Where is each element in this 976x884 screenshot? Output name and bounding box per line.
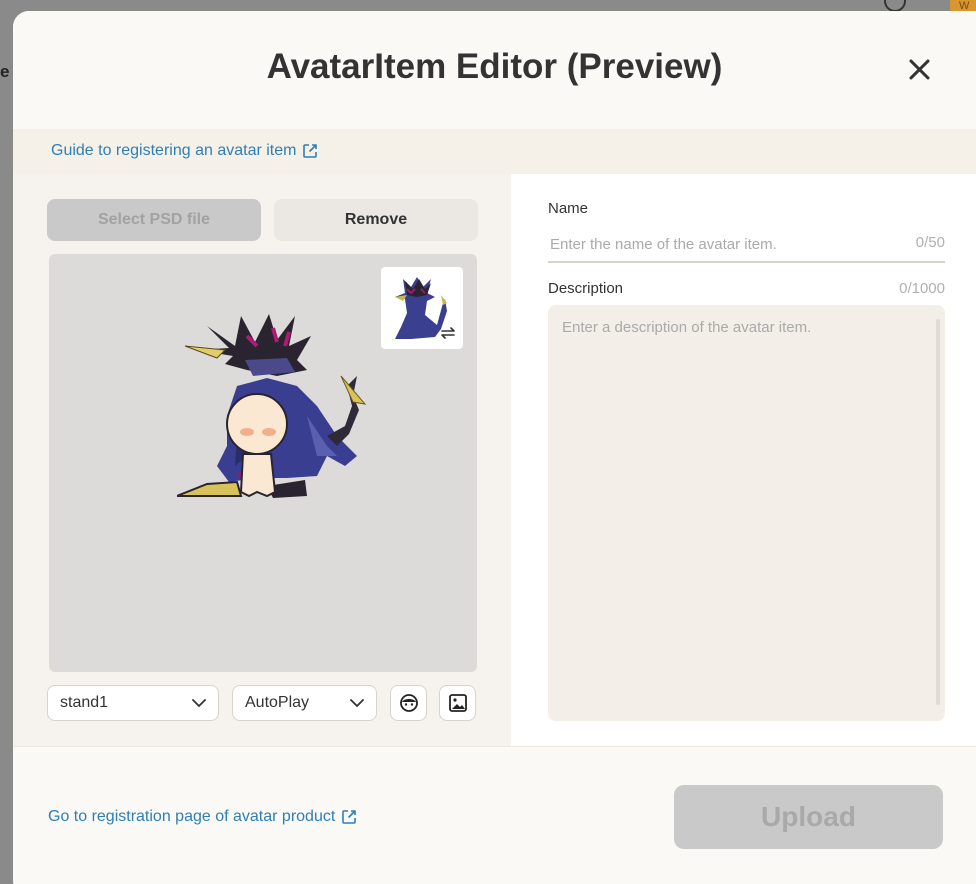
guide-link-label: Guide to registering an avatar item xyxy=(51,142,297,159)
chevron-down-icon xyxy=(350,698,364,707)
external-link-icon xyxy=(342,810,357,824)
registration-link-label: Go to registration page of avatar produc… xyxy=(48,808,336,825)
guide-link[interactable]: Guide to registering an avatar item xyxy=(51,142,318,160)
close-icon[interactable] xyxy=(905,55,935,85)
description-label: Description xyxy=(548,280,624,297)
play-mode-select-value: AutoPlay xyxy=(245,694,310,711)
background-image-button[interactable] xyxy=(439,685,476,721)
pose-select-value: stand1 xyxy=(60,694,109,711)
guide-bar: Guide to registering an avatar item xyxy=(13,129,976,174)
avatar-sprite xyxy=(177,314,367,498)
description-textarea[interactable] xyxy=(548,305,945,721)
external-link-icon xyxy=(303,144,318,158)
avatar-item-editor-modal: AvatarItem Editor (Preview) Guide to reg… xyxy=(13,11,976,884)
face-toggle-button[interactable] xyxy=(390,685,427,721)
remove-button[interactable]: Remove xyxy=(274,199,478,241)
description-char-count: 0/1000 xyxy=(899,280,945,297)
chevron-down-icon xyxy=(192,698,206,707)
name-label: Name xyxy=(548,200,589,217)
registration-page-link[interactable]: Go to registration page of avatar produc… xyxy=(48,808,357,826)
description-scrollbar[interactable] xyxy=(936,319,940,705)
image-icon xyxy=(448,694,467,712)
pose-select[interactable]: stand1 xyxy=(47,685,219,721)
select-psd-button[interactable]: Select PSD file xyxy=(47,199,261,241)
preview-pane: Select PSD file Remove stand1 AutoPlay xyxy=(13,174,511,746)
upload-button[interactable]: Upload xyxy=(674,785,943,849)
details-pane: Name 0/50 Description 0/1000 xyxy=(511,174,976,746)
name-input[interactable] xyxy=(548,228,945,263)
swap-icon[interactable] xyxy=(439,325,457,341)
thumbnail-preview[interactable] xyxy=(381,267,463,349)
face-icon xyxy=(399,694,418,712)
play-mode-select[interactable]: AutoPlay xyxy=(232,685,377,721)
modal-footer: Go to registration page of avatar produc… xyxy=(13,746,976,884)
background-text: e xyxy=(0,62,10,81)
name-char-count: 0/50 xyxy=(915,234,945,251)
avatar-preview-canvas xyxy=(49,254,477,672)
modal-header: AvatarItem Editor (Preview) xyxy=(13,11,976,129)
modal-title: AvatarItem Editor (Preview) xyxy=(266,47,723,86)
